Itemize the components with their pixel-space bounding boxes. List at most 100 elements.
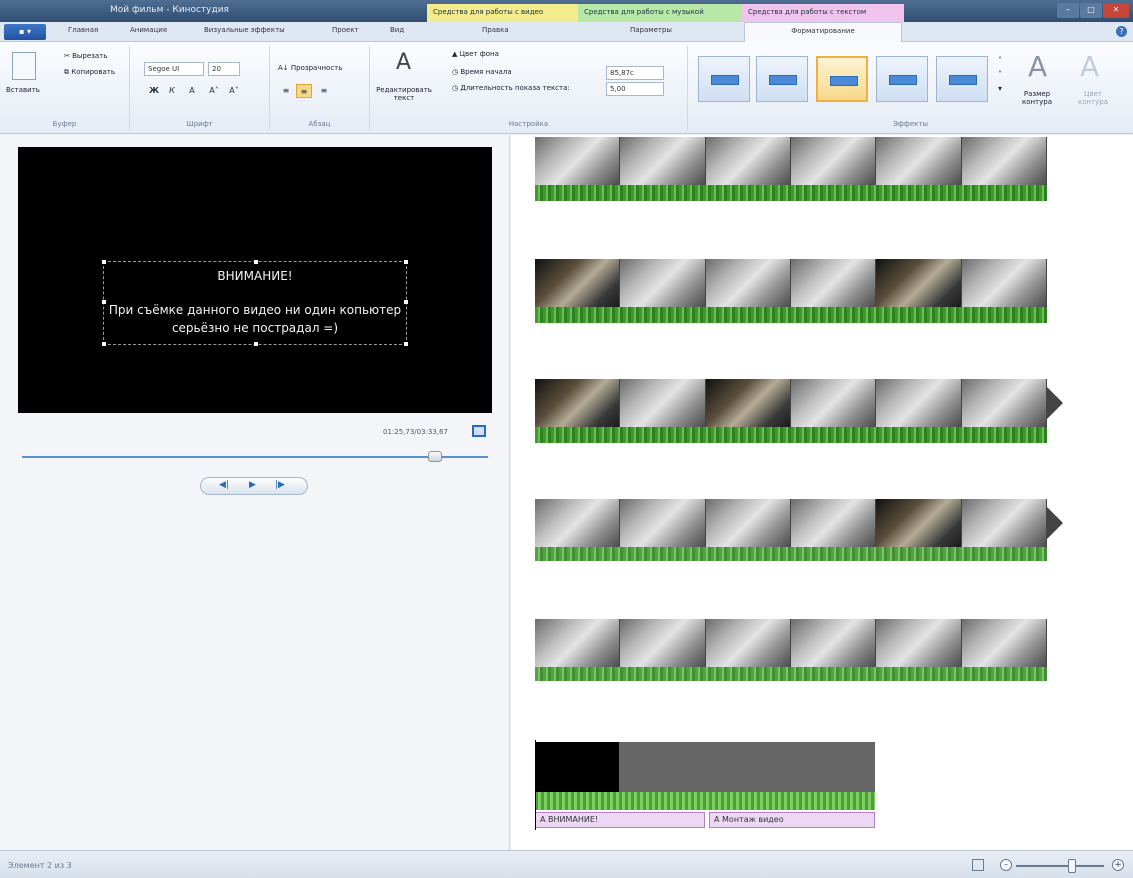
effect-thumbnail-2[interactable] xyxy=(756,56,808,102)
video-frame xyxy=(961,137,1047,185)
effect-thumbnail-1[interactable] xyxy=(698,56,750,102)
paragraph-group: A↓ Прозрачность ≡ ≡ ≡ Абзац xyxy=(270,46,370,130)
start-time-text: Время начала xyxy=(460,68,512,76)
paste-button[interactable]: Вставить xyxy=(6,86,40,94)
tab-options[interactable]: Параметры xyxy=(630,26,672,34)
video-clip[interactable] xyxy=(535,499,1047,547)
align-right-button[interactable]: ≡ xyxy=(316,84,332,98)
video-clip[interactable] xyxy=(535,619,1047,667)
bg-color-button[interactable]: ▲ Цвет фона xyxy=(452,50,499,58)
effect-thumbnail-4[interactable] xyxy=(876,56,928,102)
storyboard[interactable]: A ВНИМАНИЕ! A Монтаж видео xyxy=(511,135,1133,850)
previous-frame-button[interactable]: ◀| xyxy=(219,480,229,490)
tab-view[interactable]: Вид xyxy=(390,26,404,34)
minimize-button[interactable]: – xyxy=(1057,3,1079,18)
copy-button[interactable]: ⧉ Копировать xyxy=(64,68,115,77)
file-menu-button[interactable]: ▪ ▾ xyxy=(4,24,46,40)
video-frame xyxy=(961,499,1047,547)
tab-visual-effects[interactable]: Визуальные эффекты xyxy=(204,26,285,34)
effect-thumbnail-5[interactable] xyxy=(936,56,988,102)
zoom-slider-thumb[interactable] xyxy=(1068,859,1076,873)
transparency-label: Прозрачность xyxy=(290,64,343,72)
start-time-input[interactable]: 85,87с xyxy=(606,66,664,80)
video-frame xyxy=(790,137,877,185)
edit-text-button[interactable]: Редактировать текст xyxy=(376,86,432,102)
edit-text-icon[interactable]: A xyxy=(396,50,418,76)
tab-format[interactable]: Форматирование xyxy=(744,22,902,43)
resize-handle[interactable] xyxy=(404,342,408,346)
align-left-button[interactable]: ≡ xyxy=(278,84,294,98)
transparency-icon: A↓ xyxy=(278,64,291,72)
effect-thumbnail-3-selected[interactable] xyxy=(816,56,868,102)
text-clip-attention[interactable]: A ВНИМАНИЕ! xyxy=(535,812,705,828)
video-frame xyxy=(535,259,621,307)
tab-home[interactable]: Главная xyxy=(68,26,98,34)
paragraph-group-label: Абзац xyxy=(308,120,331,128)
status-bar: Элемент 2 из 3 – + xyxy=(0,850,1133,878)
video-frame xyxy=(620,499,706,547)
video-clip[interactable] xyxy=(535,259,1047,307)
paste-icon[interactable] xyxy=(12,52,36,80)
video-frame xyxy=(876,379,962,427)
clipboard-group: Вставить ✂ Вырезать ⧉ Копировать Буфер xyxy=(0,46,130,130)
text-clip-video-editing[interactable]: A Монтаж видео xyxy=(709,812,875,828)
video-preview[interactable]: ВНИМАНИЕ! При съёмке данного видео ни од… xyxy=(18,147,492,413)
caption-line-1: ВНИМАНИЕ! xyxy=(217,269,293,283)
video-frame xyxy=(961,619,1047,667)
tab-project[interactable]: Проект xyxy=(332,26,359,34)
video-clip[interactable] xyxy=(535,137,1047,185)
play-button[interactable]: ▶ xyxy=(249,480,256,490)
next-frame-button[interactable]: |▶ xyxy=(275,480,285,490)
clipboard-group-label: Буфер xyxy=(52,120,77,128)
video-frame xyxy=(535,379,621,427)
thumbnail-size-icon[interactable] xyxy=(972,859,984,871)
resize-handle[interactable] xyxy=(102,342,106,346)
video-frame xyxy=(790,379,877,427)
font-family-select[interactable]: Segoe UI xyxy=(144,62,204,76)
help-icon[interactable]: ? xyxy=(1116,26,1127,37)
outline-size-button[interactable]: Размер контура xyxy=(1014,90,1060,106)
playhead[interactable] xyxy=(535,740,536,830)
video-frame xyxy=(705,499,791,547)
fullscreen-icon[interactable] xyxy=(472,425,486,437)
resize-handle[interactable] xyxy=(404,260,408,264)
tab-edit[interactable]: Правка xyxy=(482,26,509,34)
caption-text-box[interactable]: ВНИМАНИЕ! При съёмке данного видео ни од… xyxy=(102,260,408,346)
context-tab-text-tools[interactable]: Средства для работы с текстом xyxy=(742,4,904,22)
resize-handle[interactable] xyxy=(254,342,258,346)
align-center-button[interactable]: ≡ xyxy=(296,84,312,98)
zoom-in-button[interactable]: + xyxy=(1112,859,1124,871)
italic-button[interactable]: К xyxy=(164,84,180,98)
tab-animation[interactable]: Анимация xyxy=(130,26,167,34)
context-tab-music-tools[interactable]: Средства для работы с музыкой xyxy=(578,4,742,22)
video-frame xyxy=(876,137,962,185)
outline-size-icon[interactable]: A xyxy=(1028,50,1047,83)
bold-button[interactable]: Ж xyxy=(146,84,162,98)
resize-handle[interactable] xyxy=(102,260,106,264)
zoom-slider[interactable] xyxy=(1016,865,1104,867)
video-frame xyxy=(620,259,706,307)
context-tab-video-tools[interactable]: Средства для работы с видео xyxy=(427,4,578,22)
ribbon: Вставить ✂ Вырезать ⧉ Копировать Буфер S… xyxy=(0,42,1133,134)
seek-bar[interactable] xyxy=(22,456,488,458)
shrink-font-button[interactable]: A˅ xyxy=(226,84,242,98)
resize-handle[interactable] xyxy=(254,260,258,264)
video-clip[interactable] xyxy=(535,379,1047,427)
zoom-out-button[interactable]: – xyxy=(1000,859,1012,871)
bg-color-label: Цвет фона xyxy=(459,50,499,58)
cut-button[interactable]: ✂ Вырезать xyxy=(64,52,107,60)
effects-scroll-arrows[interactable]: ˄ ˅ ▾ xyxy=(994,54,1006,104)
video-frame xyxy=(705,379,791,427)
seek-thumb[interactable] xyxy=(428,451,442,462)
title-clip[interactable] xyxy=(535,742,875,792)
close-button[interactable]: ✕ xyxy=(1103,3,1129,18)
transparency-button[interactable]: A↓ Прозрачность xyxy=(278,64,342,72)
paint-bucket-icon: ▲ xyxy=(452,50,460,58)
scissors-icon: ✂ xyxy=(64,52,73,60)
duration-input[interactable]: 5,00 xyxy=(606,82,664,96)
copy-label: Копировать xyxy=(71,68,115,76)
maximize-button[interactable]: □ xyxy=(1080,3,1102,18)
font-color-button[interactable]: A xyxy=(184,84,200,98)
grow-font-button[interactable]: A˄ xyxy=(206,84,222,98)
font-size-select[interactable]: 20 xyxy=(208,62,240,76)
